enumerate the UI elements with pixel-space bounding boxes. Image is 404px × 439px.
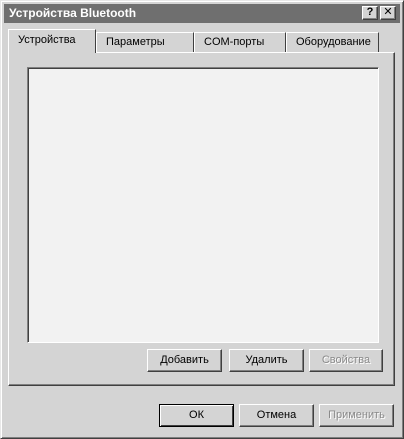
ok-button[interactable]: ОК: [159, 404, 234, 427]
close-icon: ✕: [383, 6, 393, 18]
devices-tab-panel: Добавить Удалить Свойства: [8, 52, 395, 386]
button-label: Удалить: [245, 354, 288, 366]
help-icon: ?: [366, 6, 374, 18]
tab-label: Устройства: [18, 34, 76, 46]
tab-devices[interactable]: Устройства: [8, 29, 96, 53]
tab-label: Оборудование: [296, 36, 371, 48]
remove-device-button[interactable]: Удалить: [229, 349, 304, 372]
window-title: Устройства Bluetooth: [9, 6, 137, 20]
tab-label: Параметры: [106, 36, 165, 48]
bluetooth-devices-dialog: Устройства Bluetooth ? ✕ Устройства Пара…: [0, 0, 404, 439]
tab-com-ports[interactable]: COM-порты: [194, 32, 286, 52]
tab-hardware[interactable]: Оборудование: [286, 32, 379, 52]
button-label: ОК: [189, 409, 204, 421]
help-button[interactable]: ?: [362, 6, 378, 20]
cancel-button[interactable]: Отмена: [239, 404, 314, 427]
tab-parameters[interactable]: Параметры: [96, 32, 194, 52]
button-label: Отмена: [256, 409, 297, 421]
close-button[interactable]: ✕: [380, 6, 396, 20]
add-device-button[interactable]: Добавить: [147, 349, 222, 372]
device-properties-button[interactable]: Свойства: [309, 349, 383, 372]
button-label: Применить: [328, 409, 385, 421]
button-label: Добавить: [160, 354, 209, 366]
apply-button[interactable]: Применить: [319, 404, 394, 427]
devices-list[interactable]: [27, 67, 379, 343]
title-bar[interactable]: Устройства Bluetooth ? ✕: [4, 4, 400, 23]
button-label: Свойства: [321, 354, 371, 366]
tab-label: COM-порты: [204, 36, 265, 48]
